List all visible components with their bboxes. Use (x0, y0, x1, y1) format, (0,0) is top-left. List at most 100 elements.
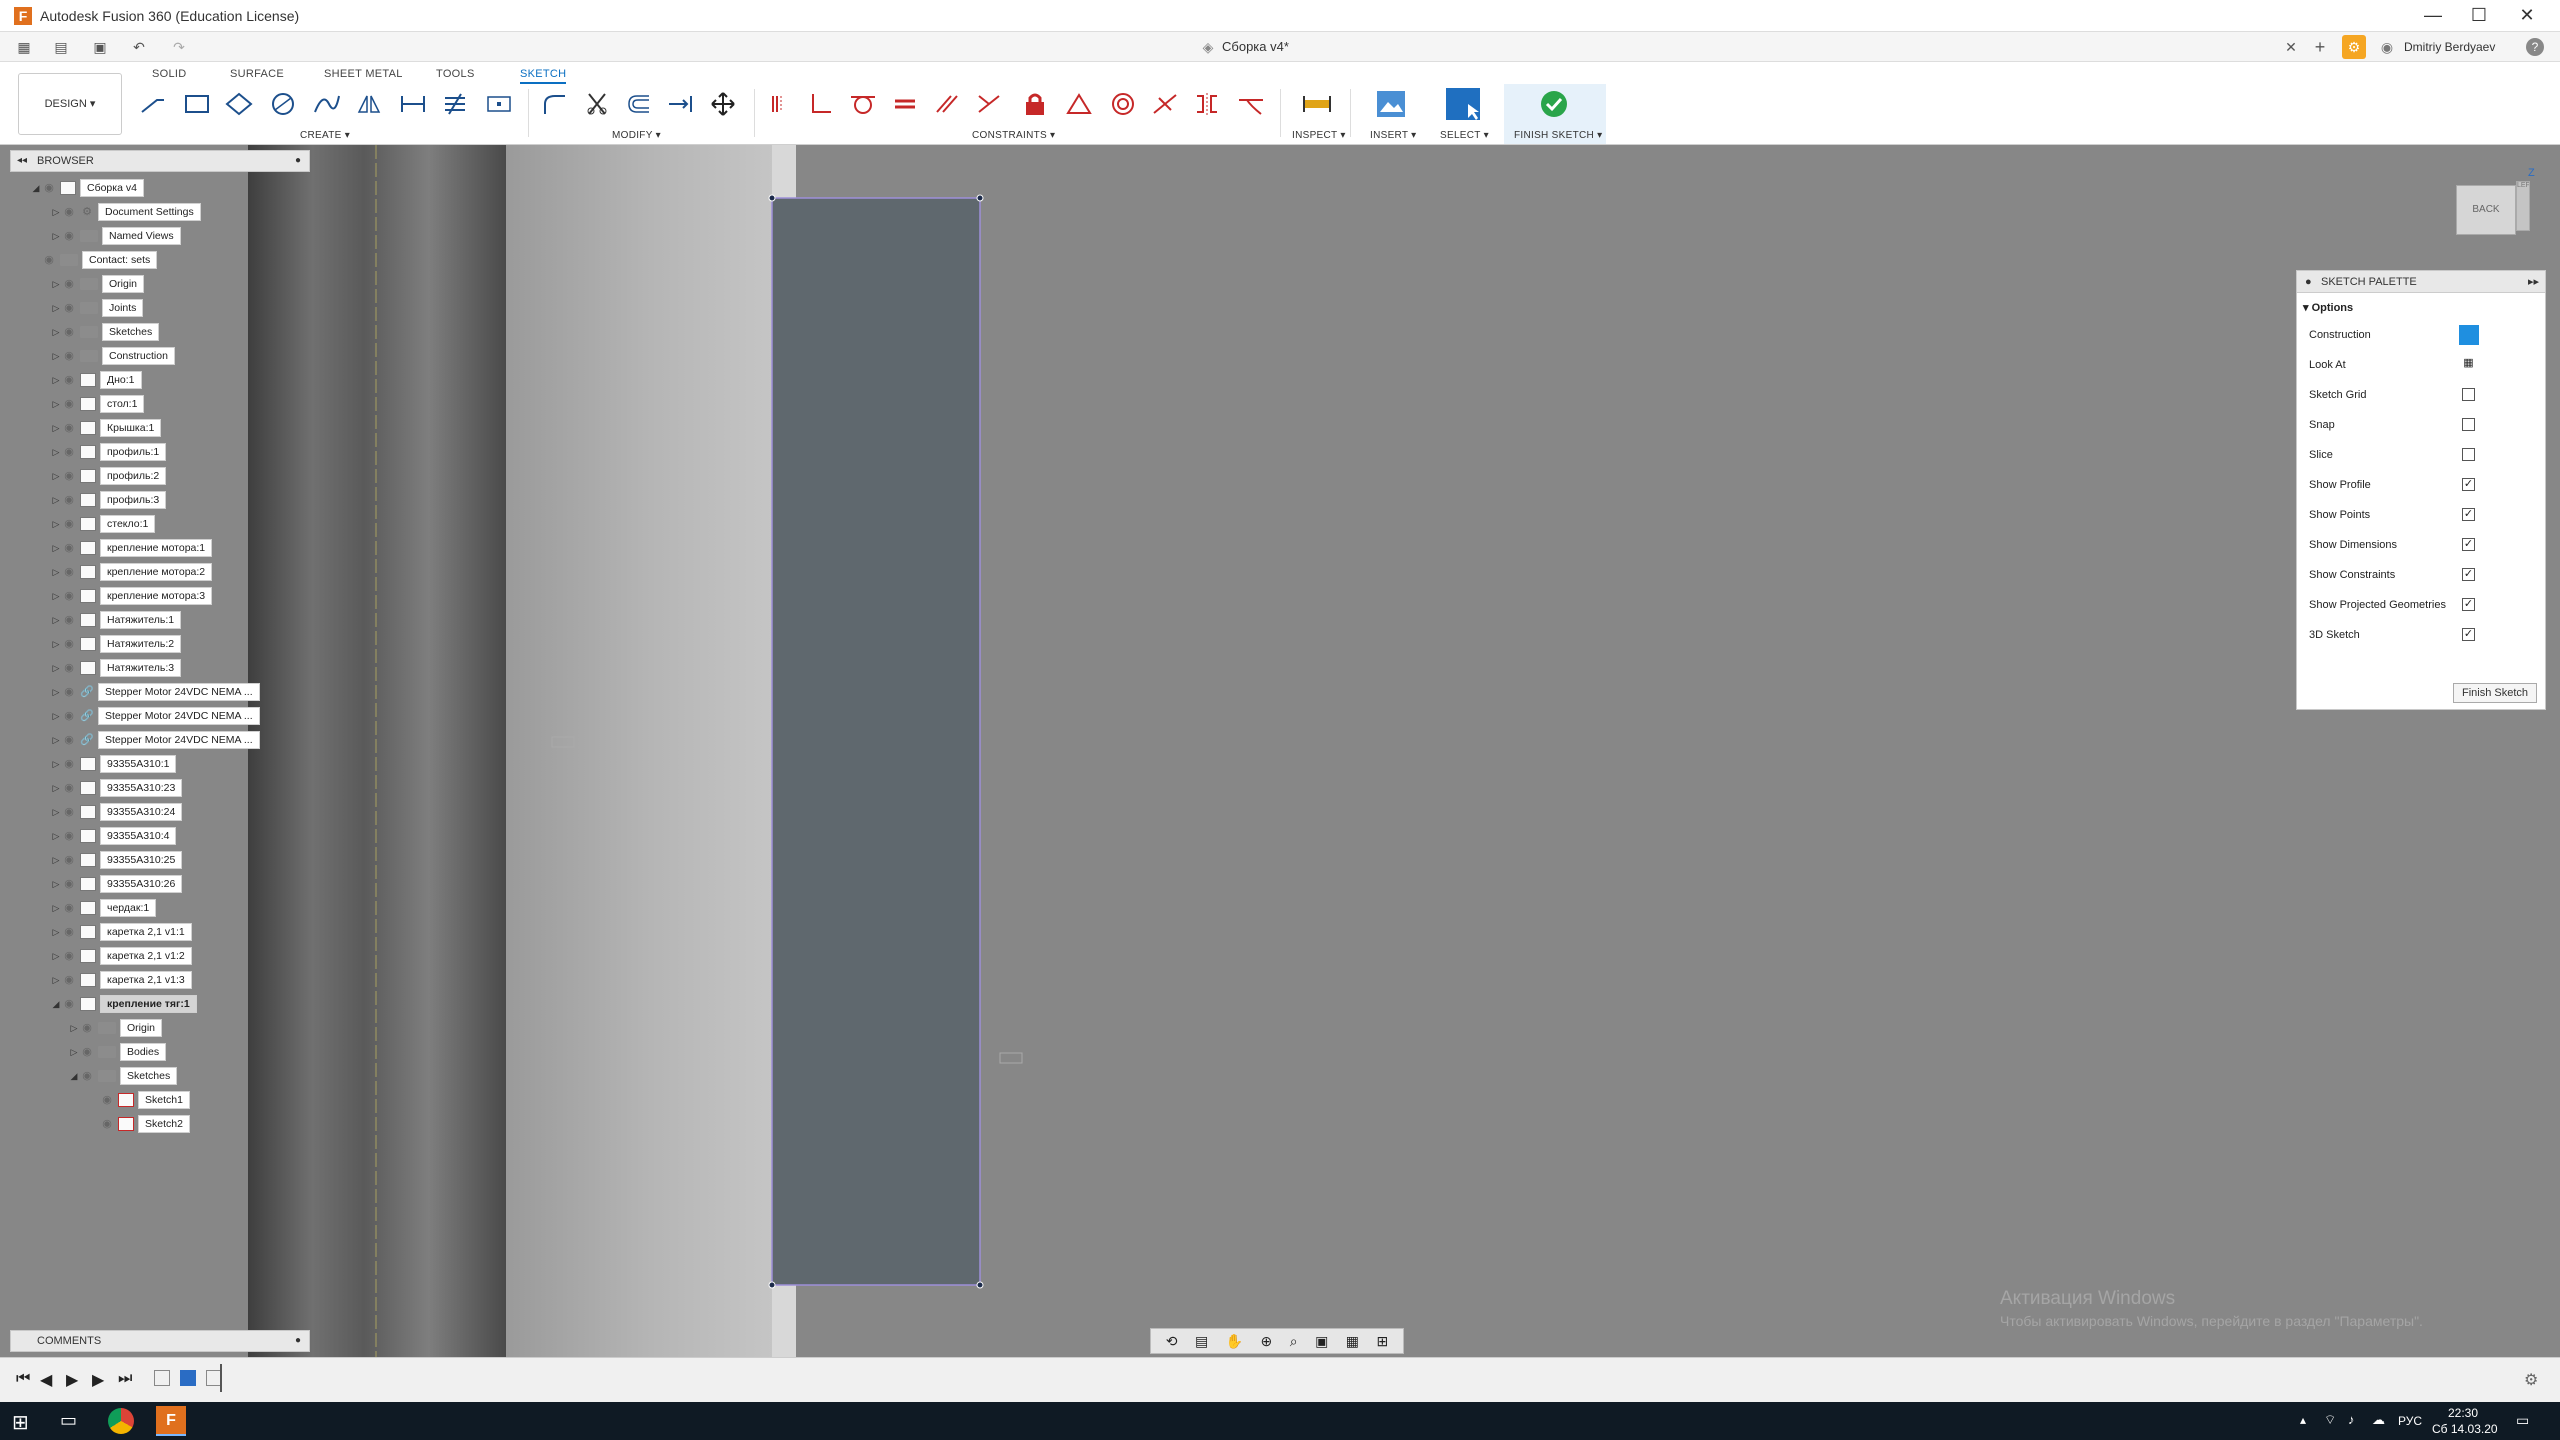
browser-header[interactable]: ◂◂ BROWSER ● (10, 150, 310, 172)
notifications-icon[interactable]: ▭ (2516, 1412, 2529, 1429)
select-group-label[interactable]: SELECT ▾ (1440, 130, 1489, 141)
expand-arrow-icon[interactable]: ▷ (50, 902, 62, 914)
expand-arrow-icon[interactable]: ▷ (50, 206, 62, 218)
chrome-icon[interactable] (108, 1408, 134, 1434)
equal-constraint-icon[interactable] (888, 89, 922, 119)
online-status-icon[interactable]: ◉ (2378, 38, 2396, 56)
browser-item[interactable]: ▷ ◉ Натяжитель:3 (50, 658, 182, 678)
onedrive-icon[interactable]: ☁ (2372, 1412, 2385, 1428)
expand-arrow-icon[interactable]: ▷ (50, 494, 62, 506)
browser-item[interactable]: ▷ ◉ стол:1 (50, 394, 145, 414)
visibility-eye-icon[interactable]: ◉ (80, 1045, 94, 1059)
file-menu-icon[interactable]: ▤ (46, 38, 76, 56)
move-tool-icon[interactable] (706, 89, 740, 119)
concentric-constraint-icon[interactable] (1106, 89, 1140, 119)
grid-settings-icon[interactable]: ▦ (1346, 1333, 1359, 1350)
task-view-icon[interactable]: ▭ (60, 1410, 77, 1431)
palette-option-checkbox[interactable] (2462, 418, 2475, 431)
language-indicator[interactable]: РУС (2398, 1414, 2422, 1428)
palette-option-checkbox[interactable] (2462, 388, 2475, 401)
midpoint-constraint-icon[interactable] (1062, 89, 1096, 119)
help-icon[interactable]: ? (2526, 38, 2544, 56)
viewcube-back-face[interactable]: BACK (2456, 185, 2516, 235)
close-window-button[interactable]: ✕ (2504, 0, 2550, 32)
visibility-eye-icon[interactable]: ◉ (42, 253, 56, 267)
extensions-icon[interactable]: ⚙ (2342, 35, 2366, 59)
visibility-eye-icon[interactable]: ◉ (80, 1069, 94, 1083)
visibility-eye-icon[interactable]: ◉ (62, 277, 76, 291)
timeline-active-feature-icon[interactable] (180, 1370, 196, 1386)
tangent-constraint-icon[interactable] (846, 89, 880, 119)
grid-menu-icon[interactable]: ▦ (14, 38, 34, 56)
browser-item[interactable]: ▷ ◉ крепление мотора:1 (50, 538, 213, 558)
finish-group-label[interactable]: FINISH SKETCH ▾ (1514, 130, 1602, 141)
visibility-eye-icon[interactable]: ◉ (62, 829, 76, 843)
browser-item[interactable]: ◉ Contact: sets (30, 250, 158, 270)
curvature-constraint-icon[interactable] (1234, 89, 1268, 119)
browser-item[interactable]: ▷ ◉ стекло:1 (50, 514, 156, 534)
trim-tool-icon[interactable] (580, 89, 614, 119)
browser-item[interactable]: ▷ ◉ профиль:2 (50, 466, 167, 486)
expand-arrow-icon[interactable]: ▷ (50, 830, 62, 842)
visibility-eye-icon[interactable]: ◉ (62, 901, 76, 915)
collapse-arrow-icon[interactable]: ◢ (50, 998, 62, 1010)
clock-date[interactable]: Сб 14.03.20 (2432, 1422, 2498, 1436)
expand-arrow-icon[interactable]: ▷ (50, 806, 62, 818)
midpoint-line-constraint-icon[interactable] (1148, 89, 1182, 119)
browser-item[interactable]: ▷ ◉ 93355A310:4 (50, 826, 177, 846)
timeline-start-icon[interactable]: ⏮ (16, 1370, 30, 1388)
browser-item[interactable]: ▷ ◉ крепление мотора:3 (50, 586, 213, 606)
visibility-eye-icon[interactable]: ◉ (62, 229, 76, 243)
expand-arrow-icon[interactable]: ▷ (50, 974, 62, 986)
browser-item[interactable]: ▷ ◉ каретка 2,1 v1:1 (50, 922, 192, 942)
browser-item[interactable]: ▷ ◉ Sketches (50, 322, 160, 342)
constraints-group-label[interactable]: CONSTRAINTS ▾ (972, 130, 1055, 141)
browser-item[interactable]: ▷ ◉ Натяжитель:1 (50, 610, 182, 630)
visibility-eye-icon[interactable]: ◉ (100, 1117, 114, 1131)
rectangle-tool-icon[interactable] (180, 89, 214, 119)
inspect-group-label[interactable]: INSPECT ▾ (1292, 130, 1346, 141)
palette-option-checkbox[interactable] (2462, 448, 2475, 461)
visibility-eye-icon[interactable]: ◉ (62, 661, 76, 675)
browser-item[interactable]: ▷ ◉ 93355A310:1 (50, 754, 177, 774)
dimension-tool-icon[interactable] (396, 89, 430, 119)
visibility-eye-icon[interactable]: ◉ (62, 877, 76, 891)
expand-arrow-icon[interactable]: ▷ (50, 542, 62, 554)
visibility-eye-icon[interactable]: ◉ (62, 973, 76, 987)
collapse-icon[interactable]: ◂◂ (17, 151, 27, 171)
visibility-eye-icon[interactable]: ◉ (62, 925, 76, 939)
select-tool-icon[interactable] (1446, 88, 1480, 120)
line-tool-icon[interactable] (136, 89, 170, 119)
visibility-eye-icon[interactable]: ◉ (62, 709, 76, 723)
browser-item[interactable]: ▷ ◉ каретка 2,1 v1:3 (50, 970, 192, 990)
expand-arrow-icon[interactable]: ▷ (50, 590, 62, 602)
visibility-eye-icon[interactable]: ◉ (62, 997, 76, 1011)
fillet-tool-icon[interactable] (538, 89, 572, 119)
project-tool-icon[interactable] (438, 89, 472, 119)
visibility-eye-icon[interactable]: ◉ (62, 325, 76, 339)
browser-item[interactable]: ▷ ◉ ⚙ Document Settings (50, 202, 201, 222)
browser-item[interactable]: ◉ Sketch1 (88, 1090, 190, 1110)
polygon-tool-icon[interactable] (222, 89, 256, 119)
visibility-eye-icon[interactable]: ◉ (62, 949, 76, 963)
spline-tool-icon[interactable] (310, 89, 344, 119)
palette-option-checkbox[interactable] (2459, 325, 2479, 345)
browser-item[interactable]: ◢ ◉ Sketches (68, 1066, 178, 1086)
visibility-eye-icon[interactable]: ◉ (62, 469, 76, 483)
tab-surface[interactable]: SURFACE (230, 68, 284, 80)
comments-panel[interactable]: COMMENTS ● (10, 1330, 310, 1352)
add-comment-icon[interactable]: ● (295, 1331, 301, 1351)
visibility-eye-icon[interactable]: ◉ (42, 181, 56, 195)
expand-arrow-icon[interactable]: ▷ (50, 470, 62, 482)
user-name[interactable]: Dmitriy Berdyaev (2404, 38, 2514, 56)
browser-item[interactable]: ▷ ◉ чердак:1 (50, 898, 157, 918)
expand-arrow-icon[interactable]: ▷ (50, 662, 62, 674)
palette-option-checkbox[interactable]: ✓ (2462, 508, 2475, 521)
visibility-eye-icon[interactable]: ◉ (62, 373, 76, 387)
visibility-eye-icon[interactable]: ◉ (62, 685, 76, 699)
measure-tool-icon[interactable] (1300, 89, 1334, 119)
collinear-constraint-icon[interactable] (972, 89, 1006, 119)
network-icon[interactable]: ⌔ (2324, 1412, 2336, 1428)
expand-arrow-icon[interactable]: ▷ (50, 398, 62, 410)
palette-option-checkbox[interactable]: ✓ (2462, 598, 2475, 611)
